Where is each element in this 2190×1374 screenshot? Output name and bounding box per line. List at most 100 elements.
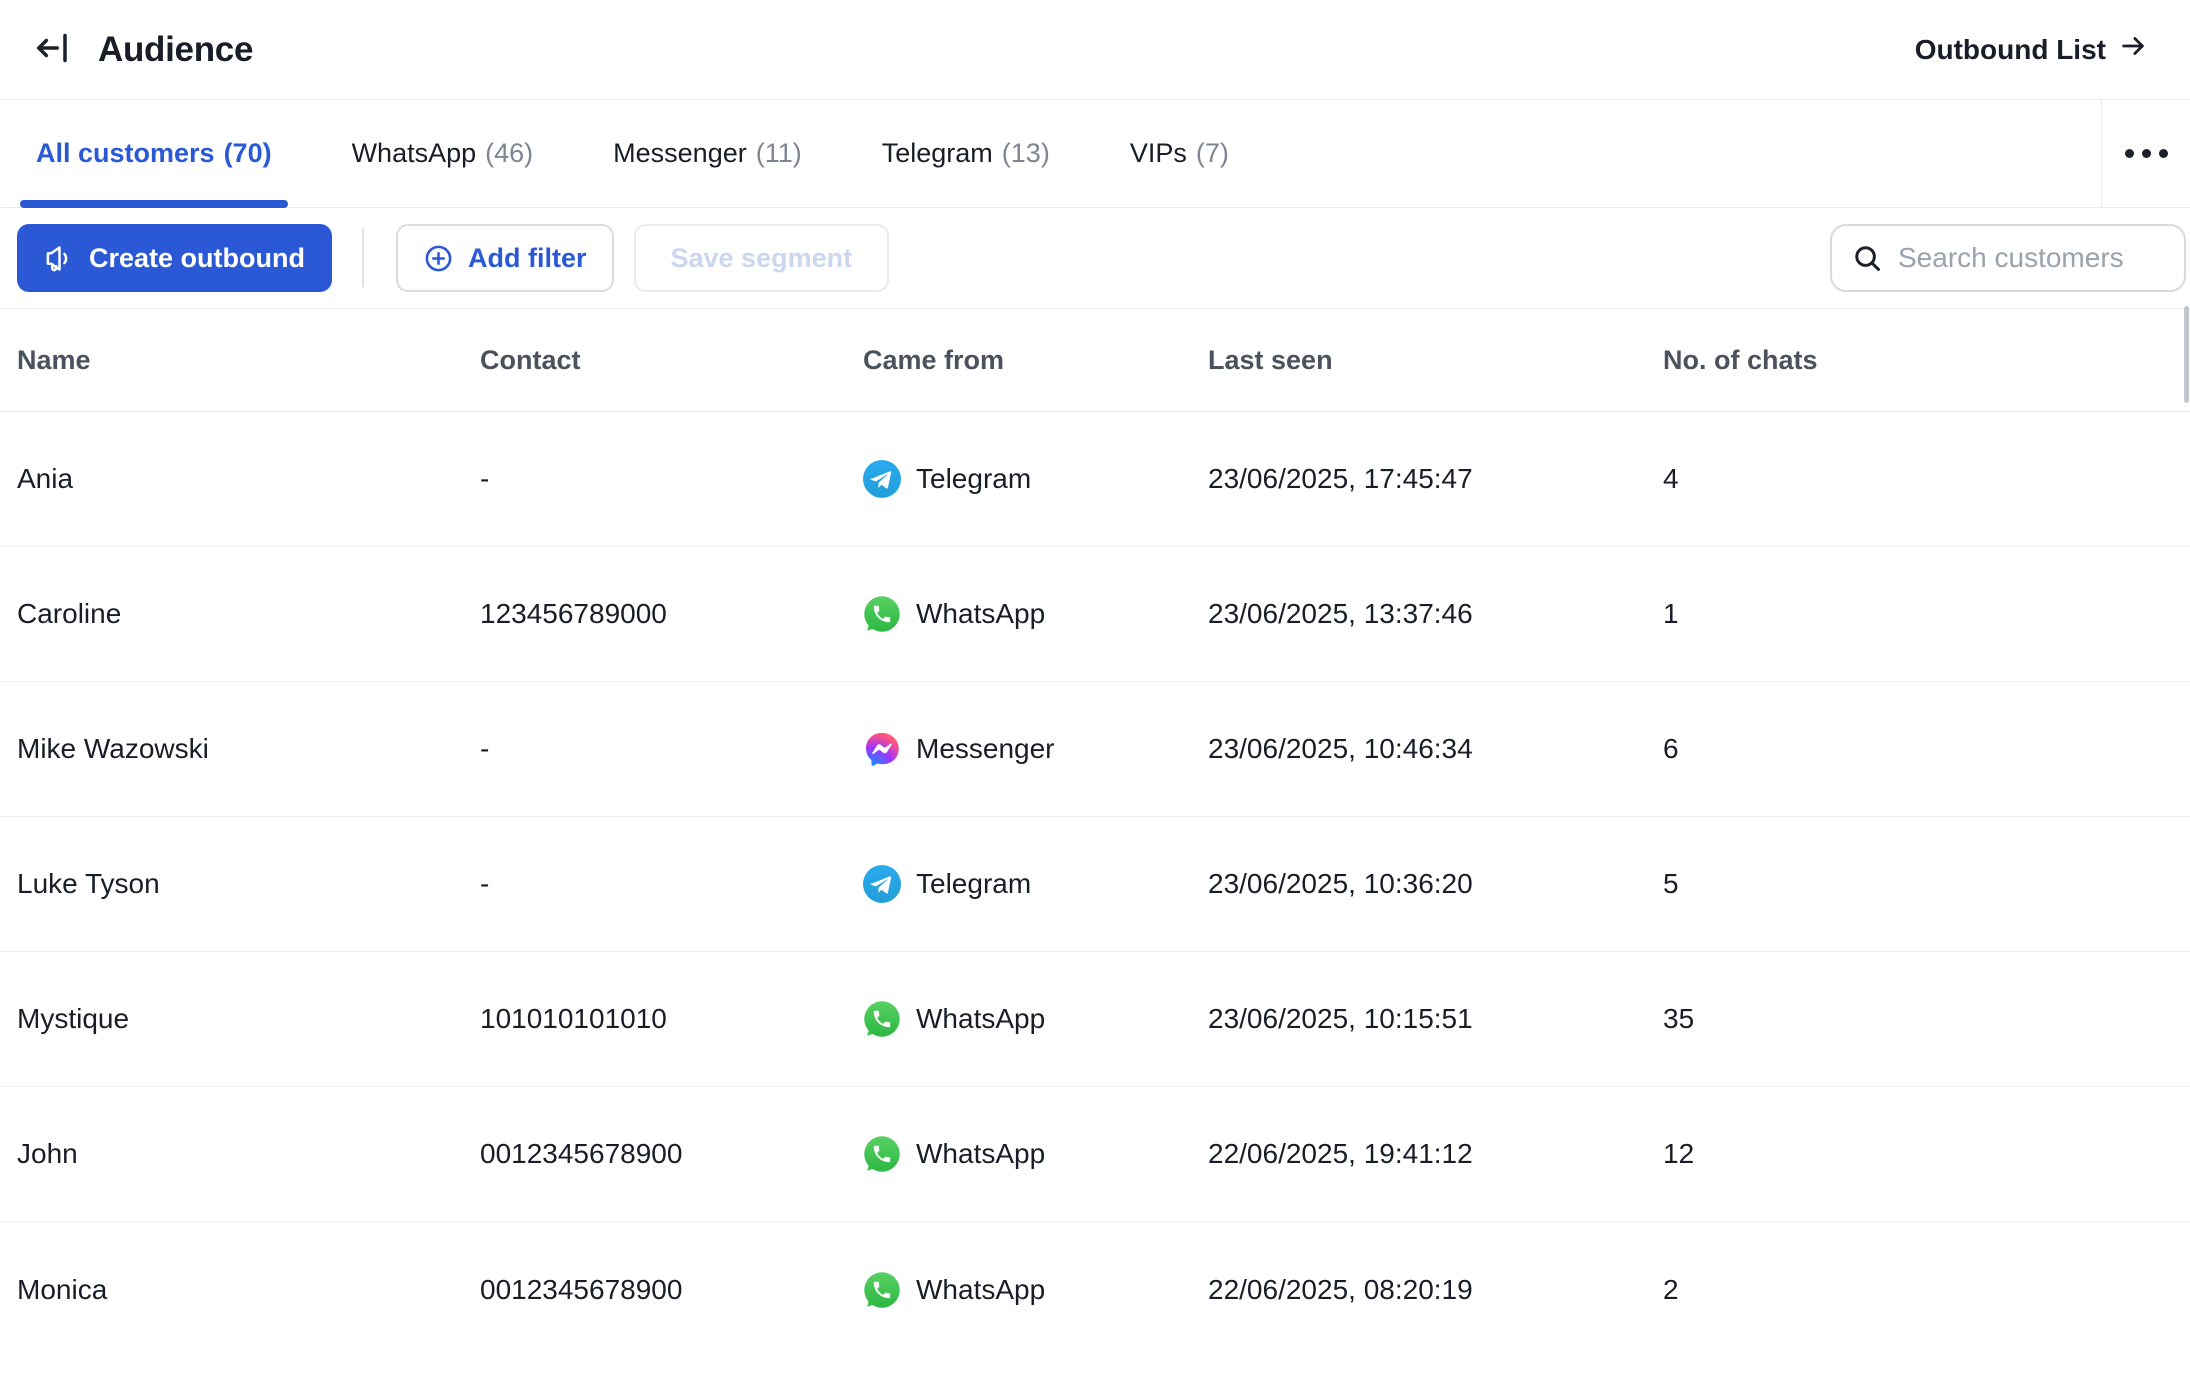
- ellipsis-icon: [2125, 149, 2168, 158]
- table-row[interactable]: Ania - Telegram 23/06/2025, 17:45:47 4: [0, 412, 2190, 547]
- tab-label: Messenger: [613, 138, 747, 169]
- table-row[interactable]: Luke Tyson - Telegram 23/06/2025, 10:36:…: [0, 817, 2190, 952]
- messenger-icon: [863, 730, 901, 768]
- column-header-came-from: Came from: [863, 345, 1208, 376]
- page-header: Audience Outbound List: [0, 0, 2190, 100]
- cell-no-of-chats: 5: [1663, 868, 2190, 900]
- table-header: Name Contact Came from Last seen No. of …: [0, 309, 2190, 412]
- more-options-button[interactable]: [2102, 100, 2190, 207]
- cell-last-seen: 23/06/2025, 10:15:51: [1208, 1003, 1663, 1035]
- cell-contact: 123456789000: [480, 598, 863, 630]
- cell-came-from: WhatsApp: [863, 1271, 1208, 1309]
- cell-last-seen: 23/06/2025, 10:46:34: [1208, 733, 1663, 765]
- cell-no-of-chats: 12: [1663, 1138, 2190, 1170]
- cell-came-from: WhatsApp: [863, 1000, 1208, 1038]
- tabs-bar: All customers (70) WhatsApp (46) Messeng…: [0, 100, 2190, 208]
- channel-label: Telegram: [916, 463, 1031, 495]
- cell-last-seen: 22/06/2025, 08:20:19: [1208, 1274, 1663, 1306]
- add-filter-label: Add filter: [468, 243, 587, 274]
- search-icon: [1852, 243, 1883, 274]
- create-outbound-button[interactable]: Create outbound: [17, 224, 332, 292]
- table-row[interactable]: Mystique 101010101010 WhatsApp 23/06/202…: [0, 952, 2190, 1087]
- cell-name: Mike Wazowski: [17, 733, 480, 765]
- save-segment-label: Save segment: [671, 243, 853, 274]
- tab-telegram[interactable]: Telegram (13): [866, 100, 1066, 207]
- whatsapp-icon: [863, 1135, 901, 1173]
- tab-label: All customers: [36, 138, 215, 169]
- plus-circle-icon: [423, 243, 454, 274]
- collapse-back-button[interactable]: [30, 27, 76, 73]
- cell-no-of-chats: 1: [1663, 598, 2190, 630]
- cell-last-seen: 23/06/2025, 10:36:20: [1208, 868, 1663, 900]
- channel-label: Telegram: [916, 868, 1031, 900]
- channel-label: WhatsApp: [916, 1003, 1045, 1035]
- cell-no-of-chats: 4: [1663, 463, 2190, 495]
- tabs: All customers (70) WhatsApp (46) Messeng…: [0, 100, 2102, 207]
- scrollbar-thumb[interactable]: [2184, 306, 2189, 403]
- cell-contact: -: [480, 733, 863, 765]
- telegram-icon: [863, 460, 901, 498]
- cell-name: Monica: [17, 1274, 480, 1306]
- tab-label: VIPs: [1130, 138, 1187, 169]
- telegram-icon: [863, 865, 901, 903]
- search-input[interactable]: [1898, 242, 2164, 274]
- channel-label: WhatsApp: [916, 1138, 1045, 1170]
- cell-came-from: Messenger: [863, 730, 1208, 768]
- add-filter-button[interactable]: Add filter: [396, 224, 614, 292]
- cell-contact: 101010101010: [480, 1003, 863, 1035]
- cell-came-from: WhatsApp: [863, 595, 1208, 633]
- table-body: Ania - Telegram 23/06/2025, 17:45:47 4 C…: [0, 412, 2190, 1357]
- table-row[interactable]: Mike Wazowski - Messenger 23/06/2025, 10…: [0, 682, 2190, 817]
- tab-vips[interactable]: VIPs (7): [1114, 100, 1245, 207]
- cell-contact: 0012345678900: [480, 1138, 863, 1170]
- tab-messenger[interactable]: Messenger (11): [597, 100, 818, 207]
- tab-count: (46): [485, 138, 533, 169]
- audience-page: Audience Outbound List All customers (70…: [0, 0, 2190, 1374]
- toolbar-divider: [362, 229, 364, 287]
- search-box: [1830, 224, 2186, 292]
- tab-count: (7): [1196, 138, 1229, 169]
- cell-name: John: [17, 1138, 480, 1170]
- tab-label: Telegram: [882, 138, 993, 169]
- create-outbound-label: Create outbound: [89, 243, 305, 274]
- cell-contact: -: [480, 463, 863, 495]
- tab-count: (70): [224, 138, 272, 169]
- column-header-no-of-chats: No. of chats: [1663, 345, 2190, 376]
- page-title: Audience: [98, 30, 253, 70]
- cell-no-of-chats: 6: [1663, 733, 2190, 765]
- cell-contact: -: [480, 868, 863, 900]
- cell-last-seen: 23/06/2025, 17:45:47: [1208, 463, 1663, 495]
- outbound-list-label: Outbound List: [1915, 34, 2106, 66]
- cell-name: Luke Tyson: [17, 868, 480, 900]
- toolbar: Create outbound Add filter Save segment: [0, 208, 2190, 309]
- column-header-last-seen: Last seen: [1208, 345, 1663, 376]
- tab-whatsapp[interactable]: WhatsApp (46): [336, 100, 550, 207]
- cell-last-seen: 23/06/2025, 13:37:46: [1208, 598, 1663, 630]
- megaphone-icon: [44, 243, 75, 274]
- cell-contact: 0012345678900: [480, 1274, 863, 1306]
- cell-name: Ania: [17, 463, 480, 495]
- save-segment-button[interactable]: Save segment: [634, 224, 890, 292]
- cell-no-of-chats: 35: [1663, 1003, 2190, 1035]
- tab-all-customers[interactable]: All customers (70): [20, 100, 288, 207]
- outbound-list-link[interactable]: Outbound List: [1915, 31, 2148, 68]
- cell-came-from: Telegram: [863, 865, 1208, 903]
- cell-came-from: WhatsApp: [863, 1135, 1208, 1173]
- arrow-right-icon: [2118, 31, 2148, 68]
- cell-no-of-chats: 2: [1663, 1274, 2190, 1306]
- table-row[interactable]: Monica 0012345678900 WhatsApp 22/06/2025…: [0, 1222, 2190, 1357]
- channel-label: WhatsApp: [916, 598, 1045, 630]
- whatsapp-icon: [863, 1000, 901, 1038]
- cell-last-seen: 22/06/2025, 19:41:12: [1208, 1138, 1663, 1170]
- tab-count: (13): [1002, 138, 1050, 169]
- table-row[interactable]: Caroline 123456789000 WhatsApp 23/06/202…: [0, 547, 2190, 682]
- table-row[interactable]: John 0012345678900 WhatsApp 22/06/2025, …: [0, 1087, 2190, 1222]
- tab-label: WhatsApp: [352, 138, 477, 169]
- cell-name: Caroline: [17, 598, 480, 630]
- channel-label: Messenger: [916, 733, 1055, 765]
- channel-label: WhatsApp: [916, 1274, 1045, 1306]
- whatsapp-icon: [863, 595, 901, 633]
- cell-name: Mystique: [17, 1003, 480, 1035]
- tab-count: (11): [756, 138, 802, 169]
- column-header-name: Name: [17, 345, 480, 376]
